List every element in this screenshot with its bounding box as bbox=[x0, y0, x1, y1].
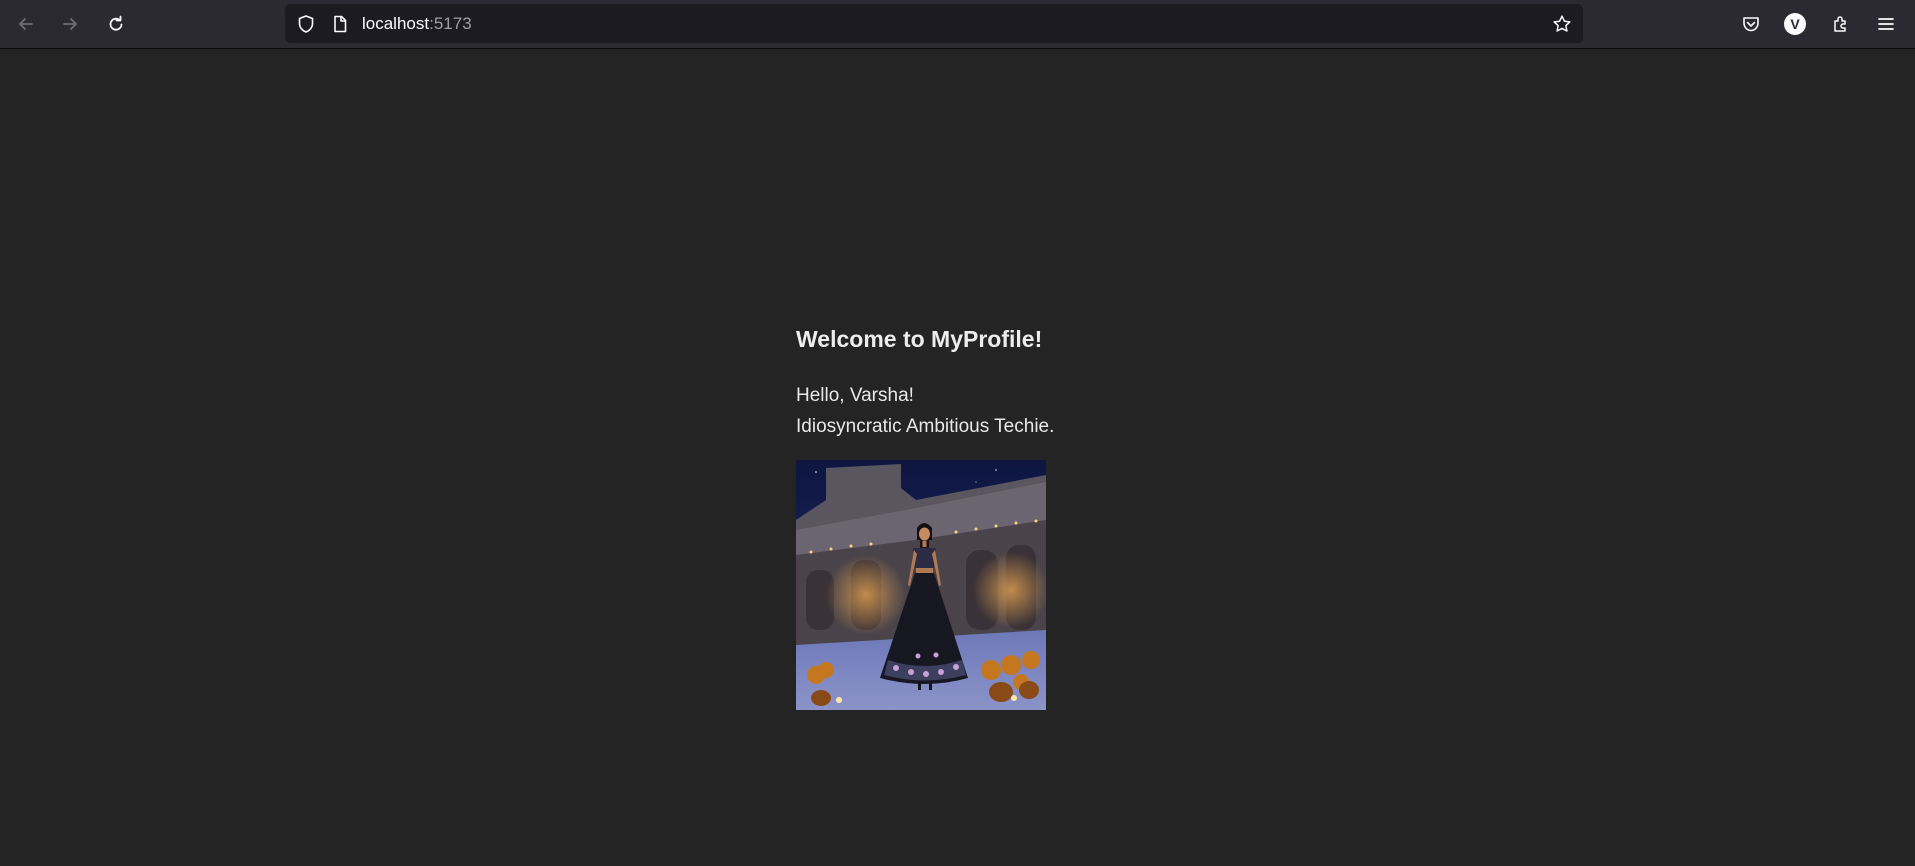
greeting-text: Hello, Varsha! bbox=[796, 385, 914, 406]
tagline-text: Idiosyncratic Ambitious Techie. bbox=[796, 416, 1055, 437]
url-host: localhost bbox=[362, 14, 430, 33]
extensions-icon bbox=[1834, 16, 1846, 32]
extensions-button[interactable] bbox=[1823, 6, 1859, 42]
app-menu-button[interactable] bbox=[1868, 6, 1904, 42]
avatar: V bbox=[1784, 13, 1806, 35]
hamburger-menu-icon bbox=[1878, 18, 1894, 30]
profile-image bbox=[796, 460, 1046, 710]
address-bar[interactable]: localhost:5173 bbox=[285, 4, 1583, 43]
bookmark-button[interactable] bbox=[1551, 13, 1573, 35]
tracking-protection-button[interactable] bbox=[295, 13, 317, 35]
back-arrow-icon bbox=[19, 18, 33, 30]
page-icon bbox=[334, 15, 347, 33]
back-button[interactable] bbox=[8, 6, 44, 42]
shield-icon bbox=[298, 15, 314, 33]
star-icon bbox=[1553, 15, 1571, 32]
profile-content: Welcome to MyProfile! Hello, Varsha! Idi… bbox=[796, 318, 1196, 710]
url-text[interactable]: localhost:5173 bbox=[362, 4, 472, 43]
browser-toolbar: localhost:5173 V bbox=[0, 0, 1915, 49]
forward-arrow-icon bbox=[63, 18, 77, 30]
account-button[interactable]: V bbox=[1777, 6, 1813, 42]
reload-icon bbox=[109, 15, 123, 31]
forward-button[interactable] bbox=[52, 6, 88, 42]
url-port: :5173 bbox=[429, 14, 472, 33]
pocket-button[interactable] bbox=[1733, 6, 1769, 42]
site-info-button[interactable] bbox=[329, 13, 351, 35]
reload-button[interactable] bbox=[98, 6, 134, 42]
page-title: Welcome to MyProfile! bbox=[796, 326, 1043, 352]
pocket-icon bbox=[1743, 17, 1759, 32]
